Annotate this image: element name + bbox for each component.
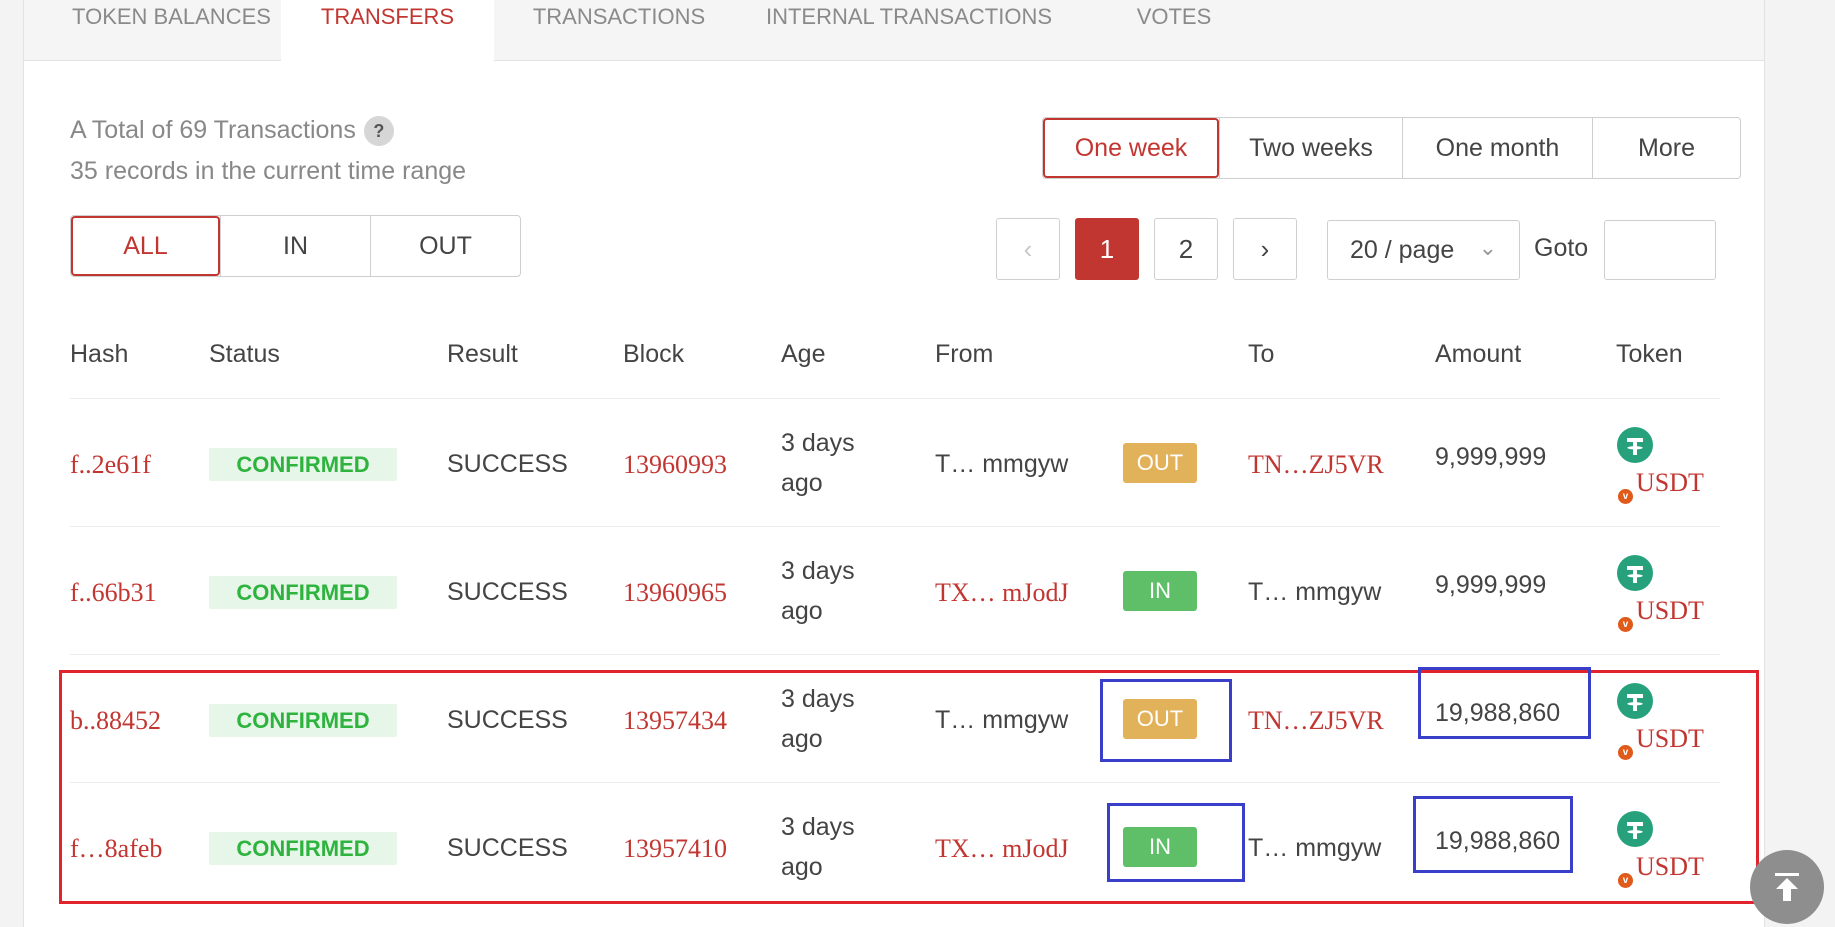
help-icon[interactable]: ?	[363, 116, 394, 147]
time-range-two-weeks[interactable]: Two weeks	[1219, 118, 1402, 178]
page-1-button[interactable]: 1	[1075, 218, 1139, 280]
from-address-link[interactable]: TX… mJodJ	[935, 578, 1069, 608]
goto-input[interactable]	[1604, 220, 1716, 280]
header-token: Token	[1616, 340, 1683, 368]
tab-internal-transactions[interactable]: INTERNAL TRANSACTIONS	[744, 0, 1074, 60]
row-divider	[70, 654, 1720, 655]
tether-icon	[1617, 427, 1653, 463]
highlight-amount-box	[1413, 796, 1573, 873]
page-size-select[interactable]: 20 / page ⌄	[1327, 220, 1520, 280]
prev-page-button[interactable]: ‹	[996, 218, 1060, 280]
verified-icon: v	[1618, 489, 1633, 504]
direction-badge: OUT	[1123, 443, 1197, 483]
header-hash: Hash	[70, 340, 129, 368]
amount-value: 9,999,999	[1435, 443, 1547, 471]
time-range-selector: One week Two weeks One month More	[1042, 117, 1741, 179]
result-text: SUCCESS	[447, 450, 568, 478]
header-result: Result	[447, 340, 518, 368]
time-range-one-week[interactable]: One week	[1043, 118, 1219, 178]
from-address[interactable]: T… mmgyw	[935, 450, 1068, 479]
age-line-2: ago	[781, 597, 823, 625]
token-link[interactable]: USDT	[1636, 596, 1704, 626]
tx-hash-link[interactable]: f..66b31	[70, 578, 157, 608]
tab-bar: TOKEN BALANCES TRANSFERS TRANSACTIONS IN…	[24, 0, 1764, 61]
header-amount: Amount	[1435, 340, 1522, 368]
tab-votes[interactable]: VOTES	[1109, 0, 1239, 60]
time-range-more[interactable]: More	[1592, 118, 1740, 178]
header-to: To	[1248, 340, 1275, 368]
page-size-value: 20 / page	[1350, 235, 1455, 264]
token-link[interactable]: USDT	[1636, 468, 1704, 498]
result-text: SUCCESS	[447, 578, 568, 606]
to-address[interactable]: T… mmgyw	[1248, 578, 1381, 607]
to-address-link[interactable]: TN…ZJ5VR	[1248, 450, 1384, 480]
filter-in[interactable]: IN	[220, 216, 370, 276]
back-to-top-icon	[1775, 873, 1799, 901]
verified-icon: v	[1618, 617, 1633, 632]
transaction-total: A Total of 69 Transactions?	[70, 116, 394, 147]
tab-token-balances[interactable]: TOKEN BALANCES	[64, 0, 279, 60]
row-divider	[70, 398, 1720, 399]
records-in-range: 35 records in the current time range	[70, 157, 467, 185]
amount-value: 9,999,999	[1435, 571, 1547, 599]
direction-badge: IN	[1123, 571, 1197, 611]
tab-transfers[interactable]: TRANSFERS	[281, 0, 494, 61]
highlight-direction-box	[1107, 803, 1245, 882]
header-status: Status	[209, 340, 280, 368]
tx-hash-link[interactable]: f..2e61f	[70, 450, 151, 480]
header-from: From	[935, 340, 994, 368]
status-badge: CONFIRMED	[209, 448, 397, 481]
age-line-1: 3 days	[781, 429, 855, 457]
row-divider	[70, 526, 1720, 527]
header-age: Age	[781, 340, 826, 368]
age-line-2: ago	[781, 469, 823, 497]
goto-label: Goto	[1534, 234, 1589, 262]
tether-icon	[1617, 555, 1653, 591]
transaction-total-text: A Total of 69 Transactions	[70, 116, 356, 144]
chevron-down-icon: ⌄	[1478, 235, 1497, 260]
back-to-top-button[interactable]	[1750, 850, 1824, 924]
block-link[interactable]: 13960993	[623, 450, 727, 480]
main-panel: TOKEN BALANCES TRANSFERS TRANSACTIONS IN…	[23, 0, 1765, 927]
block-link[interactable]: 13960965	[623, 578, 727, 608]
highlight-direction-box	[1100, 679, 1232, 762]
filter-out[interactable]: OUT	[370, 216, 520, 276]
direction-filter: ALL IN OUT	[70, 215, 521, 277]
time-range-one-month[interactable]: One month	[1402, 118, 1592, 178]
tab-transactions[interactable]: TRANSACTIONS	[509, 0, 729, 60]
highlight-amount-box	[1418, 667, 1591, 739]
filter-all[interactable]: ALL	[71, 216, 220, 276]
header-block: Block	[623, 340, 685, 368]
page-2-button[interactable]: 2	[1154, 218, 1218, 280]
status-badge: CONFIRMED	[209, 576, 397, 609]
next-page-button[interactable]: ›	[1233, 218, 1297, 280]
age-line-1: 3 days	[781, 557, 855, 585]
